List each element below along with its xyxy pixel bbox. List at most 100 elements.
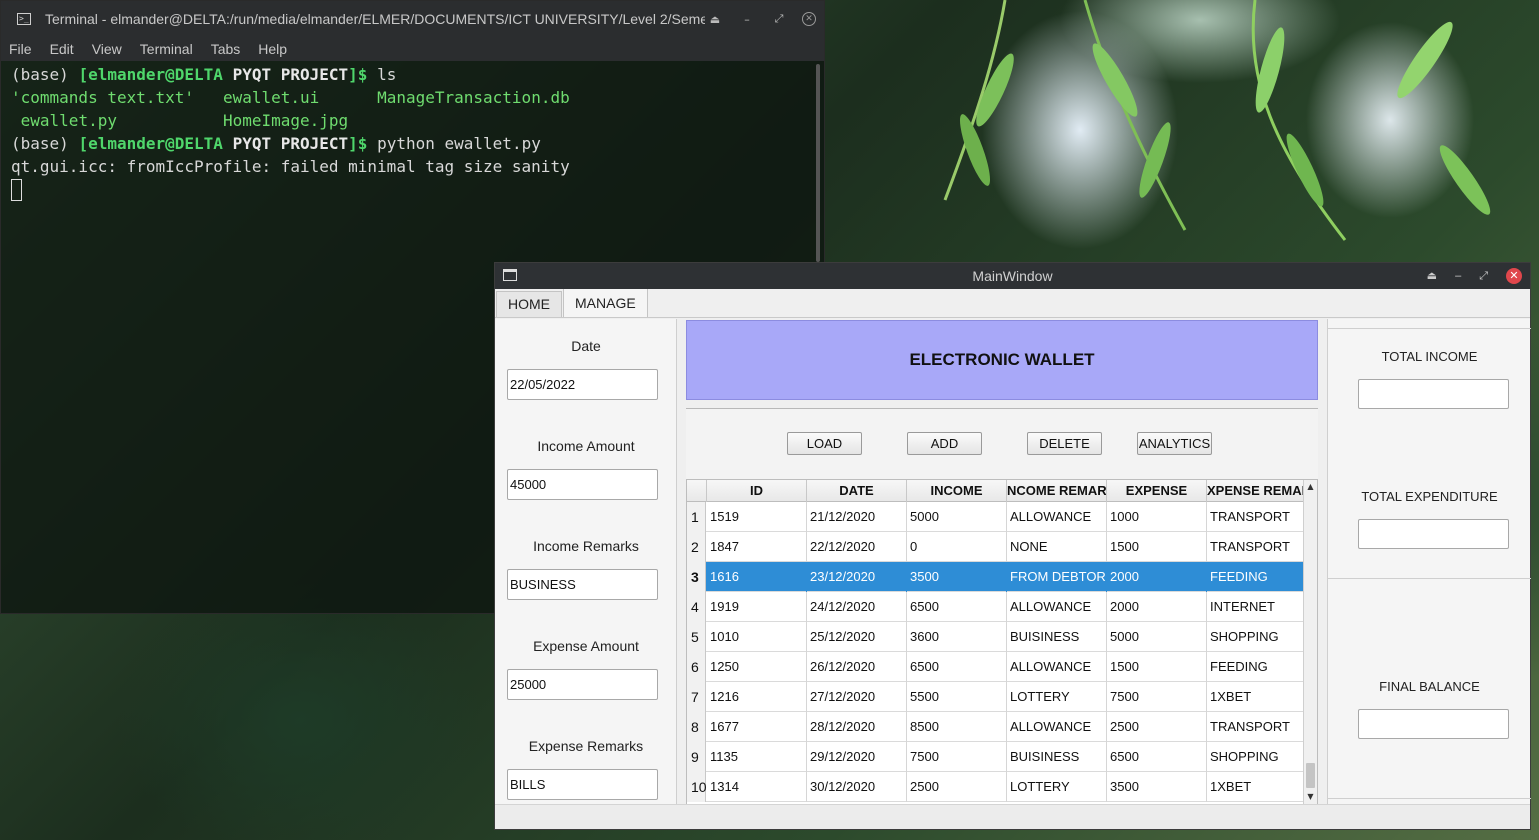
table-cell[interactable]: 1135 — [707, 742, 807, 772]
transactions-table[interactable]: ID DATE INCOME NCOME REMARK EXPENSE XPEN… — [686, 479, 1318, 805]
delete-button[interactable]: DELETE — [1027, 432, 1102, 455]
table-cell[interactable]: 1919 — [707, 592, 807, 622]
table-row[interactable]: 5 1010 25/12/2020 3600 BUISINESS 5000 SHOPPING — [687, 622, 1304, 652]
table-cell[interactable]: 7500 — [1107, 682, 1207, 712]
table-cell[interactable]: INTERNET — [1207, 592, 1304, 622]
table-cell[interactable]: 23/12/2020 — [807, 562, 907, 592]
column-header-income-remarks[interactable]: NCOME REMARK — [1007, 480, 1107, 502]
row-number[interactable]: 4 — [687, 592, 706, 622]
income-amount-field[interactable]: 45000 — [507, 469, 658, 500]
table-cell[interactable]: 1314 — [707, 772, 807, 802]
table-cell[interactable]: 30/12/2020 — [807, 772, 907, 802]
row-number[interactable]: 3 — [687, 562, 706, 592]
table-cell[interactable]: 29/12/2020 — [807, 742, 907, 772]
column-header-income[interactable]: INCOME — [907, 480, 1007, 502]
column-header-expense-remarks[interactable]: XPENSE REMAR — [1207, 480, 1304, 502]
table-cell[interactable]: 5000 — [1107, 622, 1207, 652]
main-window[interactable]: MainWindow ⏏ – ⤢ ✕ HOME MANAGE Date 22/0… — [494, 262, 1531, 830]
row-number[interactable]: 8 — [687, 712, 706, 742]
table-cell[interactable]: 3500 — [1107, 772, 1207, 802]
table-scrollbar[interactable]: ▲ ▼ — [1303, 480, 1317, 804]
analytics-button[interactable]: ANALYTICS — [1137, 432, 1212, 455]
table-cell[interactable]: 6500 — [907, 652, 1007, 682]
table-cell[interactable]: 2000 — [1107, 562, 1207, 592]
table-cell[interactable]: 0 — [907, 532, 1007, 562]
row-number[interactable]: 6 — [687, 652, 706, 682]
add-button[interactable]: ADD — [907, 432, 982, 455]
row-number[interactable]: 10 — [687, 772, 707, 802]
close-icon[interactable]: ✕ — [802, 12, 816, 26]
menu-edit[interactable]: Edit — [50, 41, 74, 57]
table-cell[interactable]: FEEDING — [1207, 562, 1304, 592]
maximize-icon[interactable]: ⤢ — [770, 12, 788, 26]
table-cell[interactable]: 1616 — [707, 562, 807, 592]
table-cell[interactable]: SHOPPING — [1207, 622, 1304, 652]
main-window-titlebar[interactable]: MainWindow ⏏ – ⤢ ✕ — [495, 263, 1530, 289]
table-cell[interactable]: LOTTERY — [1007, 772, 1107, 802]
expense-amount-field[interactable]: 25000 — [507, 669, 658, 700]
terminal-titlebar[interactable]: >_ Terminal - elmander@DELTA:/run/media/… — [1, 1, 824, 37]
column-header-date[interactable]: DATE — [807, 480, 907, 502]
table-cell[interactable]: ALLOWANCE — [1007, 592, 1107, 622]
terminal-scrollbar[interactable] — [816, 64, 820, 262]
table-cell[interactable]: 1010 — [707, 622, 807, 652]
table-cell[interactable]: 1XBET — [1207, 682, 1304, 712]
table-cell[interactable]: TRANSPORT — [1207, 502, 1304, 532]
scroll-down-icon[interactable]: ▼ — [1304, 790, 1317, 804]
table-cell[interactable]: TRANSPORT — [1207, 532, 1304, 562]
scroll-thumb[interactable] — [1306, 763, 1315, 788]
table-cell[interactable]: 28/12/2020 — [807, 712, 907, 742]
table-row[interactable]: 3 1616 23/12/2020 3500 FROM DEBTOR 2000 FEEDIN… — [687, 562, 1304, 592]
corner-header[interactable] — [687, 480, 707, 502]
income-remarks-field[interactable]: BUSINESS — [507, 569, 658, 600]
table-cell[interactable]: 22/12/2020 — [807, 532, 907, 562]
load-button[interactable]: LOAD — [787, 432, 862, 455]
expense-remarks-field[interactable]: BILLS — [507, 769, 658, 800]
table-cell[interactable]: 3500 — [907, 562, 1007, 592]
table-cell[interactable]: 1500 — [1107, 652, 1207, 682]
menu-tabs[interactable]: Tabs — [211, 41, 241, 57]
row-number[interactable]: 1 — [687, 502, 706, 532]
row-number[interactable]: 7 — [687, 682, 706, 712]
table-row[interactable]: 8 1677 28/12/2020 8500 ALLOWANCE 2500 TRANSPOR… — [687, 712, 1304, 742]
table-row[interactable]: 4 1919 24/12/2020 6500 ALLOWANCE 2000 INTERNET — [687, 592, 1304, 622]
table-cell[interactable]: 26/12/2020 — [807, 652, 907, 682]
table-row[interactable]: 10 1314 30/12/2020 2500 LOTTERY 3500 1XBET — [687, 772, 1304, 802]
menu-file[interactable]: File — [9, 41, 32, 57]
tab-home[interactable]: HOME — [496, 291, 562, 317]
table-cell[interactable]: 2500 — [1107, 712, 1207, 742]
final-balance-field[interactable] — [1358, 709, 1509, 739]
table-row[interactable]: 7 1216 27/12/2020 5500 LOTTERY 7500 1XBET — [687, 682, 1304, 712]
minimize-icon[interactable]: – — [738, 13, 756, 26]
table-cell[interactable]: 3600 — [907, 622, 1007, 652]
menu-view[interactable]: View — [92, 41, 122, 57]
date-field[interactable]: 22/05/2022 — [507, 369, 658, 400]
table-row[interactable]: 2 1847 22/12/2020 0 NONE 1500 TRANSPORT — [687, 532, 1304, 562]
table-cell[interactable]: 25/12/2020 — [807, 622, 907, 652]
row-number[interactable]: 5 — [687, 622, 706, 652]
table-cell[interactable]: LOTTERY — [1007, 682, 1107, 712]
table-cell[interactable]: 5000 — [907, 502, 1007, 532]
table-cell[interactable]: SHOPPING — [1207, 742, 1304, 772]
table-row[interactable]: 1 1519 21/12/2020 5000 ALLOWANCE 1000 TRANSPOR… — [687, 502, 1304, 532]
table-cell[interactable]: 1519 — [707, 502, 807, 532]
total-expenditure-field[interactable] — [1358, 519, 1509, 549]
shade-icon[interactable]: ⏏ — [1427, 263, 1437, 289]
row-number[interactable]: 9 — [687, 742, 706, 772]
table-cell[interactable]: 6500 — [907, 592, 1007, 622]
table-cell[interactable]: 7500 — [907, 742, 1007, 772]
table-row[interactable]: 6 1250 26/12/2020 6500 ALLOWANCE 1500 FEEDING — [687, 652, 1304, 682]
table-cell[interactable]: 1677 — [707, 712, 807, 742]
menu-help[interactable]: Help — [258, 41, 287, 57]
menu-terminal[interactable]: Terminal — [140, 41, 193, 57]
table-cell[interactable]: 27/12/2020 — [807, 682, 907, 712]
table-cell[interactable]: 1000 — [1107, 502, 1207, 532]
column-header-expense[interactable]: EXPENSE — [1107, 480, 1207, 502]
table-cell[interactable]: 6500 — [1107, 742, 1207, 772]
table-cell[interactable]: 2500 — [907, 772, 1007, 802]
table-cell[interactable]: 1500 — [1107, 532, 1207, 562]
table-cell[interactable]: 1847 — [707, 532, 807, 562]
maximize-icon[interactable]: ⤢ — [1479, 263, 1488, 289]
table-cell[interactable]: BUISINESS — [1007, 742, 1107, 772]
total-income-field[interactable] — [1358, 379, 1509, 409]
